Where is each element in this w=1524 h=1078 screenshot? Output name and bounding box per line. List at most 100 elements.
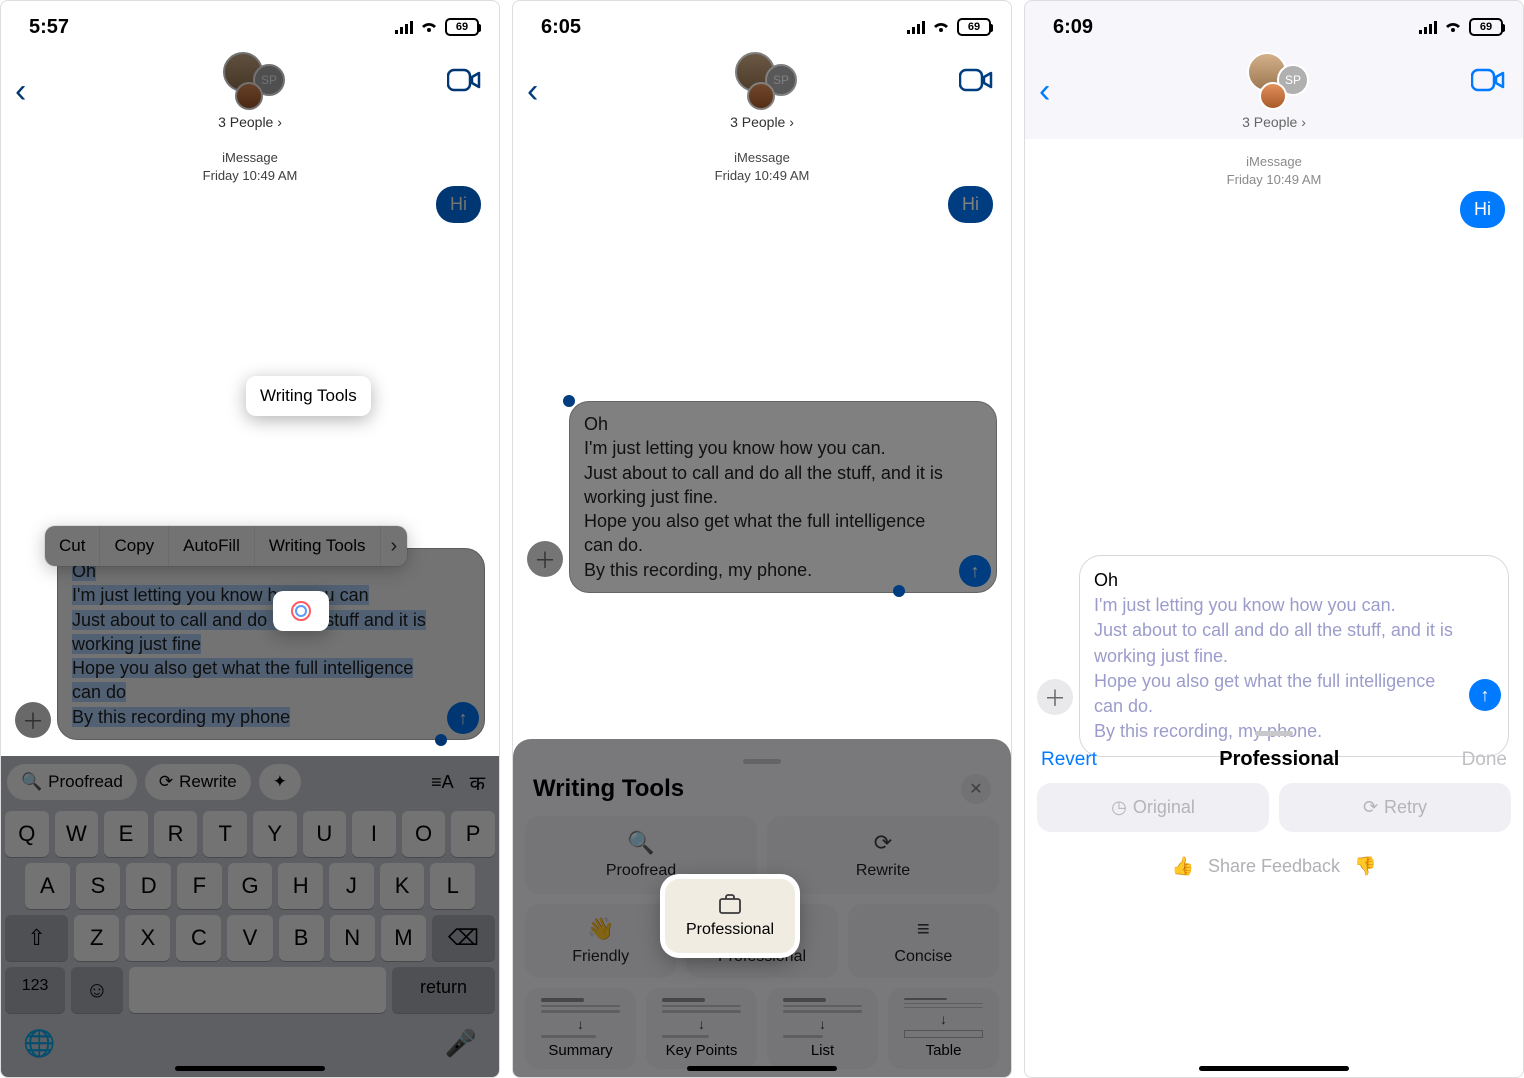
status-bar: 6:05 69 xyxy=(513,1,1011,49)
home-indicator[interactable] xyxy=(175,1066,325,1071)
summary-tile[interactable]: ↓Summary xyxy=(525,988,636,1069)
facetime-button[interactable] xyxy=(447,67,481,93)
key[interactable]: D xyxy=(126,863,171,909)
concise-tile[interactable]: ≡Concise xyxy=(848,904,999,978)
battery-icon: 69 xyxy=(445,18,479,36)
send-button[interactable]: ↑ xyxy=(447,702,479,734)
sheet-grabber[interactable] xyxy=(1255,731,1293,736)
ctx-cut[interactable]: Cut xyxy=(45,526,100,566)
wifi-icon xyxy=(419,20,439,34)
compose-input[interactable]: Oh I'm just letting you know how you can… xyxy=(57,548,485,740)
key[interactable]: B xyxy=(279,915,324,961)
thumbs-down-icon[interactable]: 👎 xyxy=(1354,856,1376,877)
back-button[interactable]: ‹ xyxy=(527,72,538,111)
ctx-autofill[interactable]: AutoFill xyxy=(169,526,255,566)
stopwatch-icon: ◷ xyxy=(1111,797,1127,818)
message-out[interactable]: Hi xyxy=(436,186,481,223)
home-indicator[interactable] xyxy=(1199,1066,1349,1071)
key[interactable]: O xyxy=(402,811,446,857)
numbers-key[interactable]: 123 xyxy=(5,967,65,1013)
retry-button[interactable]: ⟳Retry xyxy=(1279,783,1511,832)
selection-handle[interactable] xyxy=(435,734,447,746)
key[interactable]: U xyxy=(303,811,347,857)
shift-key[interactable]: ⇧ xyxy=(5,915,68,961)
key[interactable]: X xyxy=(125,915,170,961)
wifi-icon xyxy=(1443,20,1463,34)
table-tile[interactable]: ↓Table xyxy=(888,988,999,1069)
globe-key[interactable]: 🌐 xyxy=(23,1028,55,1059)
keypoints-tile[interactable]: ↓Key Points xyxy=(646,988,757,1069)
back-button[interactable]: ‹ xyxy=(15,72,26,111)
key[interactable]: C xyxy=(176,915,221,961)
dictate-key[interactable]: 🎤 xyxy=(445,1028,477,1059)
key[interactable]: Z xyxy=(74,915,119,961)
key[interactable]: T xyxy=(203,811,247,857)
close-button[interactable]: ✕ xyxy=(961,774,991,804)
done-button[interactable]: Done xyxy=(1462,749,1507,771)
key[interactable]: L xyxy=(430,863,475,909)
key[interactable]: J xyxy=(329,863,374,909)
keyboard-row: 123 ☺ return xyxy=(1,964,499,1016)
writing-tools-pill[interactable]: ✦ xyxy=(259,764,301,800)
attach-button[interactable]: ＋ xyxy=(527,541,563,577)
key[interactable]: W xyxy=(55,811,99,857)
context-menu: Cut Copy AutoFill Writing Tools › xyxy=(45,526,407,566)
selection-handle[interactable] xyxy=(893,585,905,597)
send-button[interactable]: ↑ xyxy=(1469,679,1501,711)
message-out[interactable]: Hi xyxy=(948,186,993,223)
keyboard-row: ASDFGHJKL xyxy=(1,860,499,912)
professional-tile[interactable]: 💼Professional xyxy=(686,904,837,978)
selection-handle[interactable] xyxy=(563,395,575,407)
ctx-more[interactable]: › xyxy=(381,535,408,558)
space-key[interactable] xyxy=(129,967,386,1013)
list-tile[interactable]: ↓List xyxy=(767,988,878,1069)
compose-input[interactable]: Oh I'm just letting you know how you can… xyxy=(569,401,997,593)
key[interactable]: N xyxy=(330,915,375,961)
sheet-grabber[interactable] xyxy=(743,759,781,764)
rewrite-pill[interactable]: ⟳ Rewrite xyxy=(145,764,251,800)
key[interactable]: S xyxy=(76,863,121,909)
nav-bar: ‹ SP 3 People › xyxy=(1,49,499,139)
key[interactable]: M xyxy=(381,915,426,961)
key[interactable]: Q xyxy=(5,811,49,857)
key[interactable]: I xyxy=(352,811,396,857)
rewrite-tile[interactable]: ⟳Rewrite xyxy=(767,816,999,894)
facetime-button[interactable] xyxy=(1471,67,1505,93)
key[interactable]: E xyxy=(104,811,148,857)
key[interactable]: F xyxy=(177,863,222,909)
key[interactable]: K xyxy=(380,863,425,909)
return-key[interactable]: return xyxy=(392,967,495,1013)
format-icon[interactable]: ≡A xyxy=(431,772,454,793)
cellular-icon xyxy=(395,20,413,34)
key[interactable]: Y xyxy=(253,811,297,857)
lang-icon[interactable]: क xyxy=(462,769,493,796)
cellular-icon xyxy=(907,20,925,34)
proofread-tile[interactable]: 🔍Proofread xyxy=(525,816,757,894)
attach-button[interactable]: ＋ xyxy=(1037,679,1073,715)
key[interactable]: G xyxy=(228,863,273,909)
friendly-tile[interactable]: 👋Friendly xyxy=(525,904,676,978)
contact-header[interactable]: SP 3 People › xyxy=(215,52,285,130)
key[interactable]: H xyxy=(278,863,323,909)
share-feedback[interactable]: 👍 Share Feedback 👎 xyxy=(1025,846,1523,905)
key[interactable]: V xyxy=(227,915,272,961)
key[interactable]: P xyxy=(451,811,495,857)
ctx-writing-tools[interactable]: Writing Tools xyxy=(255,526,381,566)
emoji-key[interactable]: ☺ xyxy=(71,967,122,1013)
contact-header[interactable]: SP 3 People › xyxy=(1239,52,1309,130)
backspace-key[interactable]: ⌫ xyxy=(432,915,495,961)
back-button[interactable]: ‹ xyxy=(1039,72,1050,111)
send-button[interactable]: ↑ xyxy=(959,555,991,587)
key[interactable]: A xyxy=(25,863,70,909)
revert-button[interactable]: Revert xyxy=(1041,749,1097,771)
attach-button[interactable]: ＋ xyxy=(15,702,51,738)
home-indicator[interactable] xyxy=(687,1066,837,1071)
proofread-pill[interactable]: 🔍 Proofread xyxy=(7,764,137,800)
contact-header[interactable]: SP 3 People › xyxy=(727,52,797,130)
ctx-copy[interactable]: Copy xyxy=(100,526,169,566)
message-out[interactable]: Hi xyxy=(1460,191,1505,228)
thumbs-up-icon[interactable]: 👍 xyxy=(1172,856,1194,877)
key[interactable]: R xyxy=(154,811,198,857)
original-button[interactable]: ◷Original xyxy=(1037,783,1269,832)
facetime-button[interactable] xyxy=(959,67,993,93)
